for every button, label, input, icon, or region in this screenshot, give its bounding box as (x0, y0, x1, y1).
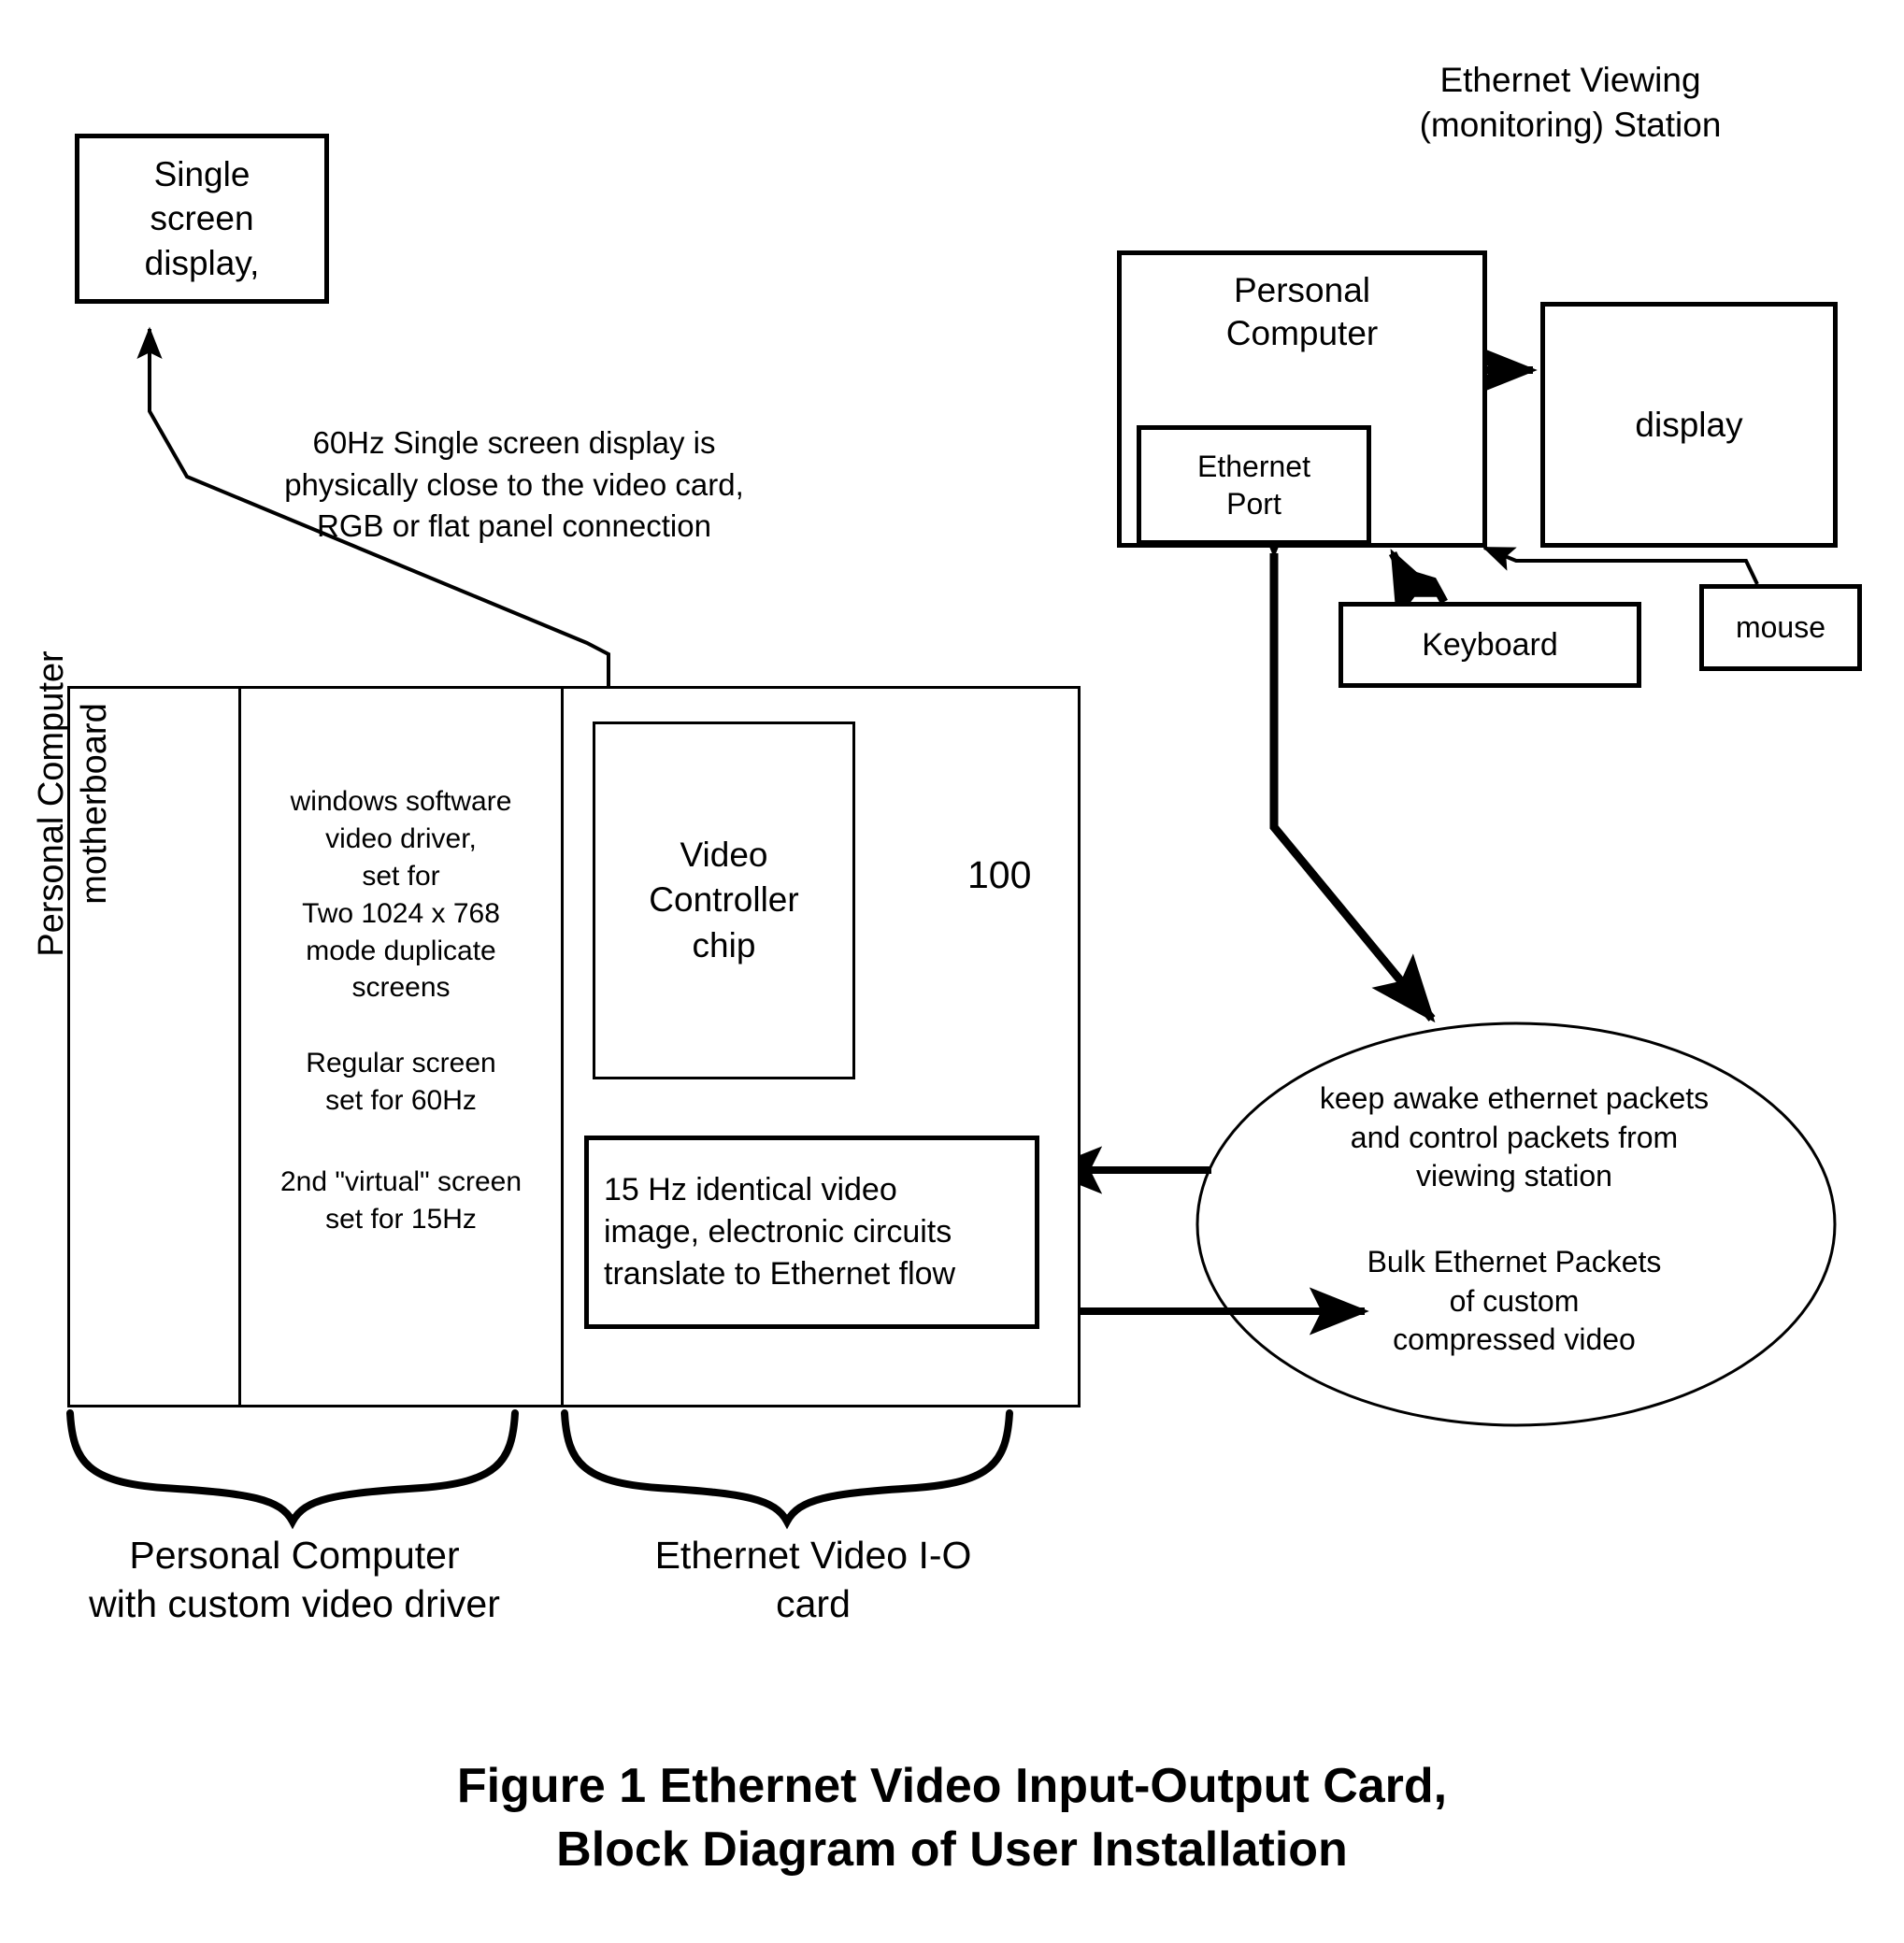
keyboard-box: Keyboard (1339, 602, 1641, 688)
ethernet-port-box: Ethernet Port (1137, 425, 1371, 545)
frame-divider-motherboard (238, 686, 241, 1407)
viewing-station-title: Ethernet Viewing (monitoring) Station (1419, 61, 1722, 145)
viewing-station-pc-label: Personal Computer (1225, 271, 1379, 353)
wire-keyboard-to-pc (1388, 549, 1448, 621)
ethernet-flow-translate-box: 15 Hz identical video image, electronic … (584, 1136, 1039, 1329)
brace-left (66, 1409, 519, 1530)
figure-caption: Figure 1 Ethernet Video Input-Output Car… (456, 1759, 1448, 1877)
viewing-station-display-box: display (1540, 302, 1838, 548)
keyboard-label: Keyboard (1422, 626, 1558, 663)
single-screen-display-box: Single screen display, (75, 134, 329, 304)
ethernet-port-label: Ethernet Port (1197, 450, 1310, 521)
brace-right (561, 1409, 1013, 1530)
single-screen-display-label: Single screen display, (144, 154, 260, 282)
bulk-packets-text: Bulk Ethernet Packets of custom compress… (1367, 1245, 1662, 1357)
video-driver-settings-text: windows software video driver, set for T… (290, 786, 512, 1004)
brace-label-ethernet-card: Ethernet Video I-O card (654, 1534, 972, 1626)
display-connection-note: 60Hz Single screen display is physically… (284, 425, 744, 544)
wire-mouse-to-pc (1482, 546, 1759, 585)
motherboard-label: Personal Computer motherboard (32, 650, 115, 957)
regular-screen-text: Regular screen set for 60Hz (306, 1048, 496, 1116)
diagram-canvas: Single screen display, 60Hz Single scree… (0, 0, 1904, 1943)
video-controller-chip-box: Video Controller chip (593, 721, 855, 1079)
mouse-box: mouse (1699, 584, 1862, 671)
frame-divider-card (561, 686, 564, 1407)
keep-awake-packets-text: keep awake ethernet packets and control … (1319, 1081, 1710, 1193)
viewing-station-display-label: display (1635, 405, 1743, 444)
mouse-label: mouse (1735, 610, 1826, 644)
brace-label-personal-computer: Personal Computer with custom video driv… (89, 1534, 500, 1626)
video-controller-chip-label: Video Controller chip (649, 836, 799, 964)
reference-numeral-100: 100 (967, 853, 1032, 896)
virtual-screen-text: 2nd "virtual" screen set for 15Hz (279, 1166, 523, 1235)
ethernet-flow-translate-label: 15 Hz identical video image, electronic … (604, 1172, 956, 1292)
